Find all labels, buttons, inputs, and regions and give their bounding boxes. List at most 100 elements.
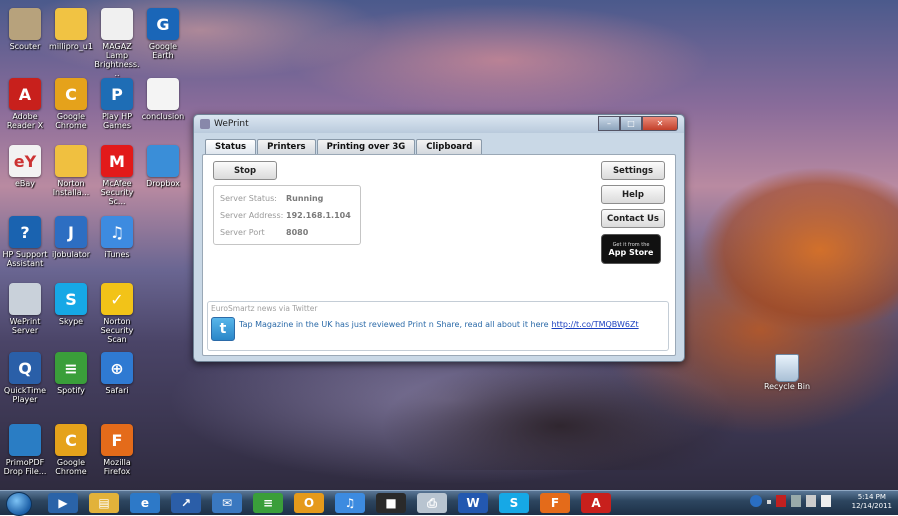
weprint-window[interactable]: WePrint – □ ✕ Status Printers Printing o…	[193, 114, 685, 362]
help-icon[interactable]	[750, 495, 762, 507]
window-controls: – □ ✕	[598, 116, 678, 131]
taskbar-skype-button[interactable]: S	[499, 493, 529, 513]
desktop-icon[interactable]: G Google Earth	[140, 8, 186, 60]
desktop-icon[interactable]: ✓ Norton Security Scan	[94, 283, 140, 344]
tray-arrow-icon[interactable]	[767, 500, 771, 504]
app-store-badge[interactable]: Get it from the App Store	[601, 234, 661, 264]
twitter-heading: EuroSmartz news via Twitter	[211, 304, 318, 313]
taskbar: ▶ ▤ e ↗ ✉ ≡ O ♫ ■ ⎙ W S F A 5:14 PM 12/14/2011	[0, 490, 898, 516]
tab-clipboard[interactable]: Clipboard	[416, 139, 483, 154]
desktop-icon-label: Google Chrome	[55, 112, 87, 130]
desktop-icon[interactable]: F Mozilla Firefox	[94, 424, 140, 476]
desktop-app-icon: C	[55, 78, 87, 110]
desktop-app-icon	[55, 8, 87, 40]
desktop-icon[interactable]: P Play HP Games	[94, 78, 140, 130]
clock[interactable]: 5:14 PM 12/14/2011	[852, 493, 892, 511]
contact-us-button[interactable]: Contact Us	[601, 209, 665, 228]
taskbar-stocks-button[interactable]: ↗	[171, 493, 201, 513]
window-titlebar[interactable]: WePrint – □ ✕	[194, 115, 684, 133]
recycle-bin-icon	[775, 354, 799, 382]
desktop-app-icon: P	[101, 78, 133, 110]
desktop-icon[interactable]: Q QuickTime Player	[2, 352, 48, 404]
desktop-app-icon	[101, 8, 133, 40]
desktop-icon[interactable]: C Google Chrome	[48, 78, 94, 130]
taskbar-media-button[interactable]: ▶	[48, 493, 78, 513]
desktop-icon-label: Play HP Games	[101, 112, 133, 130]
server-status-label: Server Status:	[220, 194, 277, 203]
desktop-icon-label: WePrint Server	[9, 317, 41, 335]
twitter-icon: t	[211, 317, 235, 341]
taskbar-app-dark-button[interactable]: ■	[376, 493, 406, 513]
clock-time: 5:14 PM	[857, 493, 886, 501]
minimize-button[interactable]: –	[598, 116, 620, 131]
volume-icon[interactable]	[821, 495, 831, 507]
taskbar-acrobat-button[interactable]: A	[581, 493, 611, 513]
taskbar-internet-explorer-button[interactable]: e	[130, 493, 160, 513]
desktop-icon-label: Scouter	[9, 42, 41, 51]
desktop-app-icon: S	[55, 283, 87, 315]
taskbar-explorer-button[interactable]: ▤	[89, 493, 119, 513]
desktop-icon-label: Google Earth	[148, 42, 178, 60]
weprint-app-icon	[200, 119, 210, 129]
desktop-app-icon	[147, 78, 179, 110]
recycle-bin[interactable]: Recycle Bin	[757, 354, 817, 391]
desktop-icon-label: Safari	[105, 386, 129, 395]
help-button[interactable]: Help	[601, 185, 665, 204]
desktop-icon[interactable]: eY eBay	[2, 145, 48, 188]
desktop-icon[interactable]: JiJobulator	[48, 216, 94, 259]
desktop-app-icon: F	[101, 424, 133, 456]
desktop-icon[interactable]: millipro_u1	[48, 8, 94, 51]
desktop-app-icon: ⊕	[101, 352, 133, 384]
desktop-icon[interactable]: MAGAZ Lamp Brightness...	[94, 8, 140, 78]
desktop-icon[interactable]: conclusion	[140, 78, 186, 121]
tab-printers[interactable]: Printers	[257, 139, 316, 154]
desktop-icon[interactable]: PrimoPDF Drop File...	[2, 424, 48, 476]
desktop-icon[interactable]: A Adobe Reader X	[2, 78, 48, 130]
twitter-link[interactable]: http://t.co/TMQBW6Zt	[552, 320, 639, 329]
stop-button[interactable]: Stop	[213, 161, 277, 180]
taskbar-mail-button[interactable]: ✉	[212, 493, 242, 513]
taskbar-spotify-button[interactable]: ≡	[253, 493, 283, 513]
power-icon[interactable]	[791, 495, 801, 507]
desktop-icon[interactable]: Scouter	[2, 8, 48, 51]
desktop-icon-label: Dropbox	[146, 179, 180, 188]
tab-printing-over-3g[interactable]: Printing over 3G	[316, 139, 416, 154]
desktop-app-icon: A	[9, 78, 41, 110]
desktop-icon-label: Mozilla Firefox	[103, 458, 131, 476]
desktop-icon[interactable]: M McAfee Security Sc...	[94, 145, 140, 206]
tab-bar: Status Printers Printing over 3G Clipboa…	[205, 139, 483, 154]
server-status-value: Running	[286, 194, 324, 203]
taskbar-outlook-button[interactable]: O	[294, 493, 324, 513]
server-address-value: 192.168.1.104	[286, 211, 351, 220]
desktop-icon[interactable]: ⊕ Safari	[94, 352, 140, 395]
desktop-icon[interactable]: ? HP Support Assistant	[2, 216, 48, 268]
start-button[interactable]	[6, 492, 32, 516]
desktop-icon[interactable]: Norton Installa...	[48, 145, 94, 197]
close-button[interactable]: ✕	[642, 116, 678, 131]
desktop-icon-label: Google Chrome	[55, 458, 87, 476]
network-icon[interactable]	[806, 495, 816, 507]
desktop-icon[interactable]: Dropbox	[140, 145, 186, 188]
action-center-icon[interactable]	[776, 495, 786, 507]
wallpaper-rocks	[380, 360, 740, 470]
taskbar-itunes-button[interactable]: ♫	[335, 493, 365, 513]
desktop-icon-label: Norton Security Scan	[100, 317, 134, 344]
desktop-icon[interactable]: C Google Chrome	[48, 424, 94, 476]
settings-button[interactable]: Settings	[601, 161, 665, 180]
server-port-value: 8080	[286, 228, 309, 237]
clock-date: 12/14/2011	[851, 502, 892, 510]
desktop-icon[interactable]: ≡ Spotify	[48, 352, 94, 395]
maximize-button[interactable]: □	[620, 116, 642, 131]
taskbar-word-button[interactable]: W	[458, 493, 488, 513]
desktop-icon[interactable]: ♫ iTunes	[94, 216, 140, 259]
taskbar-firefox-button[interactable]: F	[540, 493, 570, 513]
desktop-app-icon: ✓	[101, 283, 133, 315]
desktop-icon[interactable]: S Skype	[48, 283, 94, 326]
twitter-news-box: EuroSmartz news via Twitter t Tap Magazi…	[207, 301, 669, 351]
desktop-app-icon	[9, 283, 41, 315]
desktop-icon-label: PrimoPDF Drop File...	[3, 458, 47, 476]
server-address-label: Server Address:	[220, 211, 284, 220]
tab-status[interactable]: Status	[205, 139, 257, 154]
desktop-icon[interactable]: WePrint Server	[2, 283, 48, 335]
taskbar-weprint-button[interactable]: ⎙	[417, 493, 447, 513]
